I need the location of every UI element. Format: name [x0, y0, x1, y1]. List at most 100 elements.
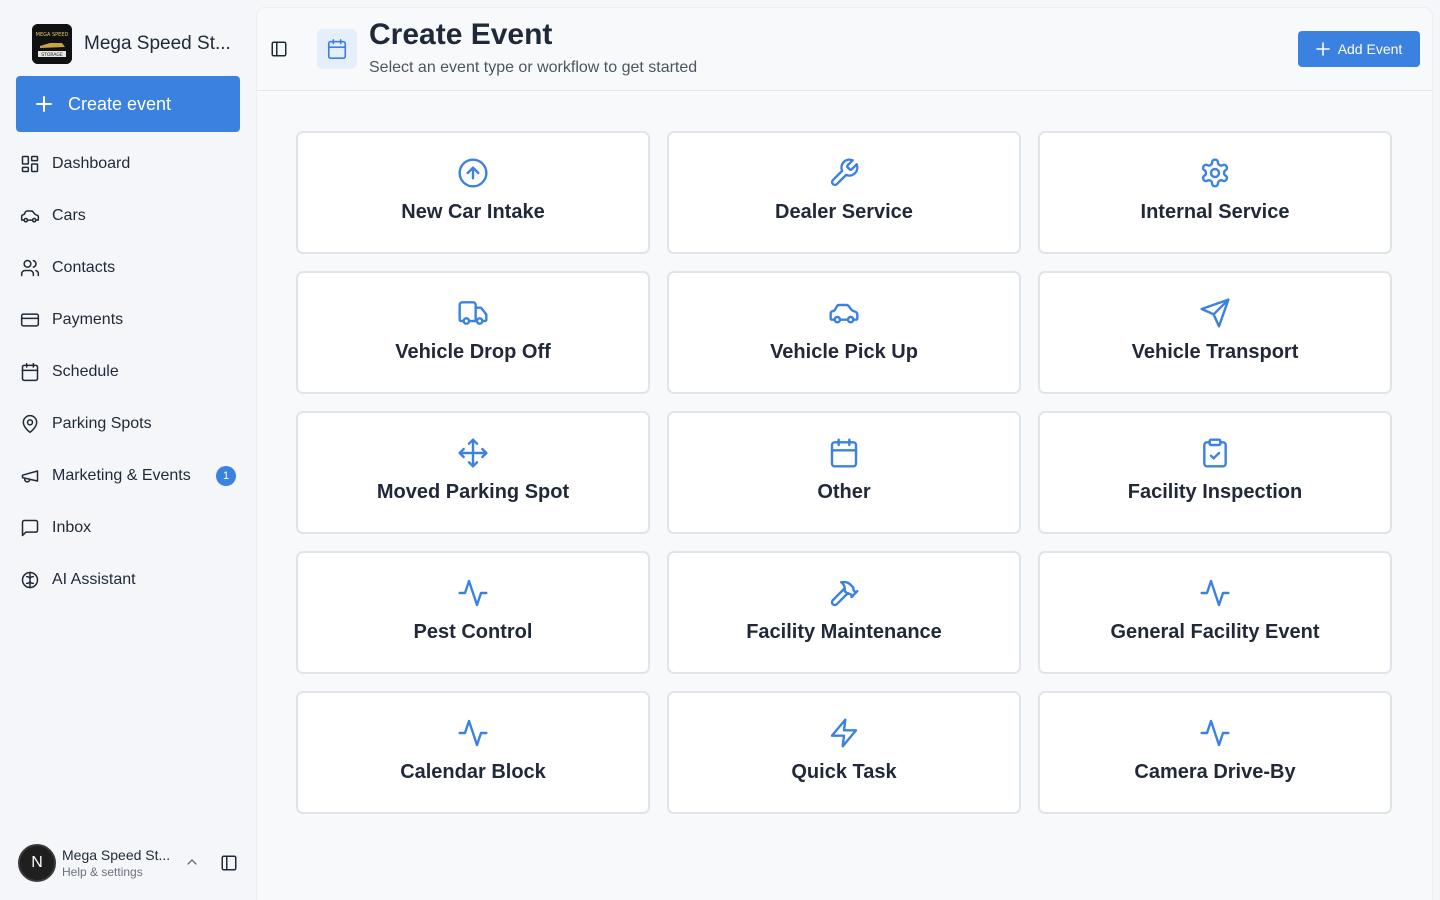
- event-card-label: Moved Parking Spot: [376, 481, 570, 503]
- event-card-label: General Facility Event: [1110, 621, 1320, 643]
- event-card-label: Camera Drive-By: [1134, 761, 1296, 783]
- sidebar-item-label: Inbox: [52, 519, 92, 536]
- event-card-label: Facility Inspection: [1127, 481, 1303, 503]
- sidebar-item-label: Payments: [52, 311, 124, 328]
- sidebar-item-label: Parking Spots: [52, 415, 152, 432]
- car-icon: [829, 303, 859, 324]
- notification-badge: 1: [216, 466, 236, 486]
- sidebar-item-cars[interactable]: Cars: [0, 190, 256, 242]
- create-event-button[interactable]: Create event: [16, 76, 240, 132]
- event-card-label: Pest Control: [413, 621, 533, 643]
- zap-icon: [830, 718, 858, 748]
- sidebar-item-label: AI Assistant: [52, 571, 136, 588]
- event-card-quick-task[interactable]: Quick Task: [667, 691, 1021, 814]
- event-card-label: New Car Intake: [401, 201, 545, 223]
- sidebar-item-ai-assistant[interactable]: AI Assistant: [0, 554, 256, 606]
- event-card-camera-drive-by[interactable]: Camera Drive-By: [1038, 691, 1392, 814]
- event-card-label: Other: [817, 481, 871, 503]
- event-card-label: Facility Maintenance: [746, 621, 942, 643]
- sidebar-item-parking-spots[interactable]: Parking Spots: [0, 398, 256, 450]
- user-name: Mega Speed St...: [62, 847, 171, 863]
- event-card-facility-inspection[interactable]: Facility Inspection: [1038, 411, 1392, 534]
- car-icon: [20, 210, 40, 223]
- sidebar-item-marketing-events[interactable]: Marketing & Events 1: [0, 450, 256, 502]
- map-pin-icon: [22, 414, 38, 434]
- event-card-internal-service[interactable]: Internal Service: [1038, 131, 1392, 254]
- sidebar-item-label: Marketing & Events: [52, 467, 191, 484]
- plus-icon: [36, 96, 52, 112]
- sidebar-item-schedule[interactable]: Schedule: [0, 346, 256, 398]
- page-header: Create Event Select an event type or wor…: [257, 8, 1432, 91]
- event-card-vehicle-pick-up[interactable]: Vehicle Pick Up: [667, 271, 1021, 394]
- event-card-calendar-block[interactable]: Calendar Block: [296, 691, 650, 814]
- page-title: Create Event: [369, 18, 553, 51]
- calendar-icon: [21, 362, 39, 382]
- truck-icon: [458, 301, 488, 325]
- event-card-label: Vehicle Pick Up: [770, 341, 918, 363]
- event-card-label: Vehicle Transport: [1131, 341, 1299, 363]
- svg-text:MEGA SPEED: MEGA SPEED: [36, 32, 69, 38]
- event-card-label: Quick Task: [791, 761, 897, 783]
- event-card-other[interactable]: Other: [667, 411, 1021, 534]
- user-text: Mega Speed St... Help & settings: [62, 847, 180, 879]
- event-type-grid: New Car Intake Dealer Service Internal S…: [296, 131, 1392, 814]
- arrow-up-circle-icon: [458, 158, 488, 188]
- dashboard-icon: [21, 155, 39, 173]
- plus-icon: [1315, 42, 1330, 56]
- clipboard-check-icon: [1203, 438, 1227, 468]
- header-calendar-icon: [317, 29, 357, 69]
- sidebar-item-label: Schedule: [52, 363, 119, 380]
- hammer-icon: [830, 581, 859, 607]
- event-card-vehicle-transport[interactable]: Vehicle Transport: [1038, 271, 1392, 394]
- navigation-icon: [1200, 298, 1230, 328]
- users-icon: [20, 259, 40, 277]
- sidebar-toggle-icon[interactable]: [270, 40, 288, 58]
- sidebar-item-dashboard[interactable]: Dashboard: [0, 138, 256, 190]
- sidebar-item-inbox[interactable]: Inbox: [0, 502, 256, 554]
- sidebar: MEGA SPEED STORAGE Mega Speed St... Crea…: [0, 0, 256, 900]
- gear-icon: [1201, 158, 1229, 188]
- wrench-icon: [830, 158, 859, 187]
- calendar-icon: [830, 438, 858, 468]
- event-card-moved-parking-spot[interactable]: Moved Parking Spot: [296, 411, 650, 534]
- event-card-label: Vehicle Drop Off: [395, 341, 551, 363]
- event-card-label: Calendar Block: [400, 761, 546, 783]
- user-menu[interactable]: N Mega Speed St... Help & settings: [18, 842, 242, 884]
- add-event-label: Add Event: [1337, 41, 1403, 57]
- page-subtitle: Select an event type or workflow to get …: [369, 59, 698, 76]
- event-card-label: Dealer Service: [775, 201, 913, 223]
- sidebar-item-label: Dashboard: [52, 155, 131, 172]
- svg-text:STORAGE: STORAGE: [41, 52, 63, 58]
- create-event-label: Create event: [68, 93, 172, 114]
- brand-logo: MEGA SPEED STORAGE: [32, 24, 72, 64]
- sidebar-nav: Dashboard Cars Contacts Payments Schedul…: [0, 138, 256, 606]
- credit-card-icon: [20, 313, 40, 327]
- sidebar-item-payments[interactable]: Payments: [0, 294, 256, 346]
- activity-icon: [458, 579, 488, 607]
- event-card-pest-control[interactable]: Pest Control: [296, 551, 650, 674]
- brand-name: Mega Speed St...: [84, 33, 231, 54]
- move-icon: [458, 438, 488, 468]
- event-card-facility-maintenance[interactable]: Facility Maintenance: [667, 551, 1021, 674]
- main-content: Create Event Select an event type or wor…: [257, 8, 1432, 900]
- event-card-general-facility-event[interactable]: General Facility Event: [1038, 551, 1392, 674]
- activity-icon: [458, 719, 488, 747]
- user-subtitle: Help & settings: [62, 865, 143, 879]
- megaphone-icon: [21, 470, 39, 483]
- event-card-vehicle-drop-off[interactable]: Vehicle Drop Off: [296, 271, 650, 394]
- activity-icon: [1200, 579, 1230, 607]
- event-card-dealer-service[interactable]: Dealer Service: [667, 131, 1021, 254]
- sidebar-item-contacts[interactable]: Contacts: [0, 242, 256, 294]
- message-square-icon: [21, 519, 39, 537]
- chevron-up-icon[interactable]: [184, 854, 200, 870]
- avatar: N: [18, 844, 56, 882]
- event-card-label: Internal Service: [1140, 201, 1290, 223]
- sidebar-item-label: Contacts: [52, 259, 116, 276]
- add-event-button[interactable]: Add Event: [1298, 31, 1420, 67]
- brand[interactable]: MEGA SPEED STORAGE Mega Speed St...: [32, 24, 231, 64]
- panel-left-icon[interactable]: [220, 854, 238, 872]
- activity-icon: [1200, 719, 1230, 747]
- sidebar-item-label: Cars: [52, 207, 86, 224]
- brain-icon: [21, 571, 39, 589]
- event-card-new-car-intake[interactable]: New Car Intake: [296, 131, 650, 254]
